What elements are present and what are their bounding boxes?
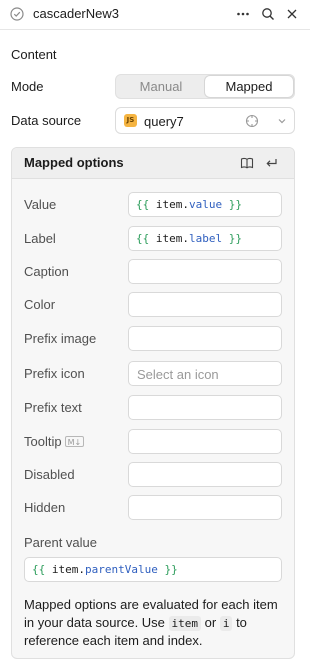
- search-icon: [262, 8, 274, 20]
- tooltip-label: Tooltip M↓: [24, 434, 85, 449]
- caption-input[interactable]: [128, 259, 282, 284]
- js-query-icon: JS: [124, 114, 137, 127]
- value-label: Value: [24, 197, 57, 212]
- parent-value-input[interactable]: {{ item.parentValue }}: [24, 557, 282, 582]
- more-button[interactable]: [234, 5, 252, 23]
- prefix-image-label: Prefix image: [24, 331, 97, 346]
- mode-option-manual[interactable]: Manual: [117, 76, 205, 97]
- component-name[interactable]: cascaderNew3: [33, 6, 119, 21]
- prefix-image-input[interactable]: [128, 326, 282, 351]
- parent-value-code: {{ item.parentValue }}: [32, 563, 178, 576]
- search-button[interactable]: [259, 5, 277, 23]
- crosshair-icon[interactable]: [245, 114, 259, 128]
- markdown-icon: M↓: [64, 436, 85, 447]
- value-input[interactable]: {{ item.value }}: [128, 192, 282, 217]
- disabled-label: Disabled: [24, 467, 75, 482]
- disabled-input[interactable]: [128, 462, 282, 487]
- more-icon: [237, 12, 249, 16]
- data-source-value: query7: [144, 114, 184, 129]
- inspector-header: cascaderNew3: [0, 0, 310, 30]
- mode-segmented-control: Manual Mapped: [115, 74, 295, 99]
- mode-option-mapped[interactable]: Mapped: [205, 76, 293, 97]
- color-input[interactable]: [128, 292, 282, 317]
- prefix-icon-placeholder: Select an icon: [137, 367, 219, 382]
- prefix-text-label: Prefix text: [24, 400, 82, 415]
- chevron-down-icon: [278, 119, 286, 124]
- close-icon: [287, 9, 297, 19]
- label-code: {{ item.label }}: [136, 232, 242, 245]
- mapped-options-header: Mapped options: [12, 148, 294, 179]
- section-title-content[interactable]: Content: [11, 47, 57, 62]
- mode-label: Mode: [11, 79, 44, 94]
- parent-value-label: Parent value: [24, 535, 97, 550]
- data-source-select[interactable]: JS query7: [115, 107, 295, 134]
- prefix-icon-select[interactable]: Select an icon: [128, 361, 282, 386]
- mapped-options-title: Mapped options: [24, 155, 124, 170]
- hidden-label: Hidden: [24, 500, 66, 515]
- book-icon[interactable]: [240, 156, 254, 170]
- hidden-input[interactable]: [128, 495, 282, 520]
- code-item: item: [168, 615, 202, 631]
- close-button[interactable]: [283, 5, 301, 23]
- label-label: Label: [24, 231, 56, 246]
- caption-label: Caption: [24, 264, 69, 279]
- color-label: Color: [24, 297, 56, 312]
- mapped-options-help-text: Mapped options are evaluated for each it…: [24, 597, 278, 648]
- check-circle-icon: [10, 7, 24, 21]
- prefix-icon-label: Prefix icon: [24, 366, 85, 381]
- return-arrow-icon[interactable]: [264, 156, 278, 170]
- code-i: i: [219, 615, 233, 631]
- label-input[interactable]: {{ item.label }}: [128, 226, 282, 251]
- prefix-text-input[interactable]: [128, 395, 282, 420]
- tooltip-input[interactable]: [128, 429, 282, 454]
- value-code: {{ item.value }}: [136, 198, 242, 211]
- data-source-label: Data source: [11, 113, 82, 128]
